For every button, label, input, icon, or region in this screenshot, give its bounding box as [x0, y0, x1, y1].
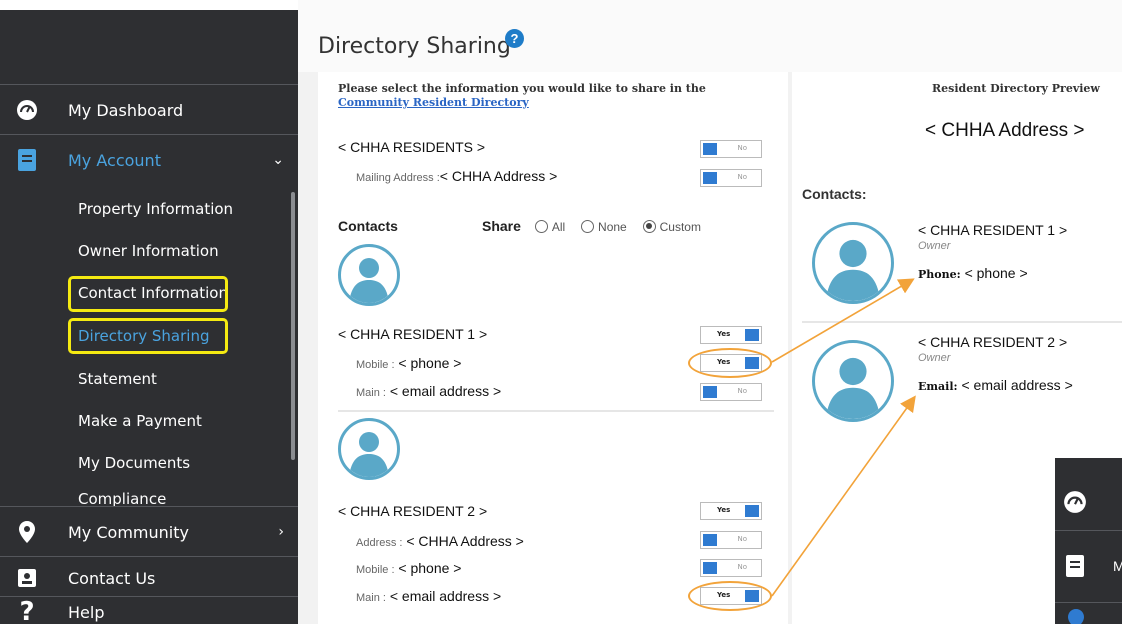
callout-arrows	[771, 278, 916, 597]
dashboard-icon[interactable]	[1063, 490, 1087, 519]
callout-arrow-phone	[771, 278, 915, 363]
account-icon[interactable]	[1065, 554, 1085, 583]
callout-arrow-email	[771, 395, 916, 597]
sidebar-divider	[1055, 530, 1122, 531]
location-icon[interactable]	[1067, 608, 1085, 624]
mini-sidebar: M	[1055, 458, 1122, 624]
truncated-label: M	[1113, 558, 1122, 574]
sidebar-divider	[1055, 602, 1122, 603]
